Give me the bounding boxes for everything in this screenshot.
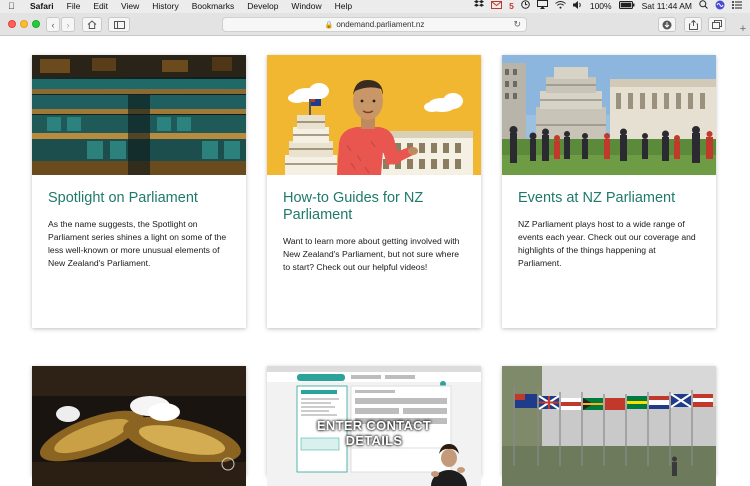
- menu-develop[interactable]: Develop: [247, 0, 278, 13]
- chevron-left-icon: ‹: [51, 19, 55, 30]
- status-area: 5 100% Sat 11:44 AM: [474, 0, 750, 14]
- menu-bookmarks[interactable]: Bookmarks: [192, 0, 235, 13]
- reload-icon[interactable]: ↻: [513, 19, 521, 30]
- card-description: NZ Parliament plays host to a wide range…: [518, 219, 696, 268]
- dropbox-icon[interactable]: [474, 0, 485, 13]
- tabs-overview-button[interactable]: [708, 17, 726, 32]
- share-button[interactable]: [684, 17, 702, 32]
- notification-center-icon[interactable]: [732, 0, 742, 13]
- new-tab-button[interactable]: +: [736, 22, 750, 36]
- address-bar[interactable]: 🔒 ondemand.parliament.nz ↻: [222, 17, 527, 32]
- menu-window[interactable]: Window: [291, 0, 321, 13]
- card-image-illustration: [267, 55, 481, 175]
- card-image-form-screenshot: ENTER CONTACT DETAILS: [267, 366, 481, 486]
- card-image-parliament-grounds: [502, 55, 716, 175]
- card-description: As the name suggests, the Spotlight on P…: [48, 219, 227, 268]
- chevron-right-icon: ›: [66, 19, 70, 30]
- video-caption-line1: ENTER CONTACT: [316, 418, 432, 433]
- tabs-icon: [712, 20, 722, 29]
- card-description: Want to learn more about getting involve…: [283, 236, 460, 272]
- card-image-mace-gloves: [32, 366, 246, 486]
- menu-edit[interactable]: Edit: [93, 0, 108, 13]
- home-icon: [87, 20, 97, 29]
- clock-icon[interactable]: [521, 0, 530, 13]
- card-title[interactable]: Spotlight on Parliament: [32, 175, 246, 207]
- menu-file[interactable]: File: [67, 0, 81, 13]
- menu-history[interactable]: History: [152, 0, 178, 13]
- sidebar-icon: [113, 20, 125, 29]
- zoom-window-button[interactable]: [32, 20, 40, 28]
- menu-help[interactable]: Help: [335, 0, 352, 13]
- airplay-icon[interactable]: [536, 0, 548, 13]
- battery-level[interactable]: 100%: [590, 0, 612, 13]
- download-icon: [662, 20, 672, 29]
- card-video-contact-details[interactable]: ENTER CONTACT DETAILS: [267, 366, 481, 486]
- lock-icon: 🔒: [324, 21, 334, 29]
- card-how-to-guides[interactable]: How-to Guides for NZ Parliament Want to …: [267, 55, 481, 328]
- mail-count: 5: [509, 1, 514, 11]
- page-content: Spotlight on Parliament As the name sugg…: [0, 37, 750, 486]
- apple-menu-icon[interactable]: : [8, 0, 18, 13]
- sidebar-button[interactable]: [108, 17, 130, 32]
- card-spotlight[interactable]: Spotlight on Parliament As the name sugg…: [32, 55, 246, 328]
- wifi-icon[interactable]: [555, 0, 566, 13]
- home-button[interactable]: [82, 17, 102, 32]
- menu-bar:  Safari File Edit View History Bookmark…: [0, 0, 750, 13]
- clock-text[interactable]: Sat 11:44 AM: [642, 0, 692, 13]
- card-image-flags: [502, 366, 716, 486]
- video-caption: ENTER CONTACT DETAILS: [267, 418, 481, 448]
- url-text: ondemand.parliament.nz: [336, 20, 425, 29]
- card-title[interactable]: How-to Guides for NZ Parliament: [267, 175, 481, 224]
- card-title[interactable]: Events at NZ Parliament: [502, 175, 716, 207]
- volume-icon[interactable]: [572, 0, 583, 13]
- downloads-button[interactable]: [658, 17, 676, 32]
- video-caption-line2: DETAILS: [345, 433, 403, 448]
- spotlight-search-icon[interactable]: [699, 0, 708, 13]
- menu-app-name[interactable]: Safari: [30, 0, 54, 13]
- card-mace[interactable]: [32, 366, 246, 486]
- card-flags[interactable]: [502, 366, 716, 486]
- back-button[interactable]: ‹: [46, 17, 60, 32]
- battery-icon[interactable]: [618, 0, 635, 13]
- card-image-debating-chamber: [32, 55, 246, 175]
- card-events[interactable]: Events at NZ Parliament NZ Parliament pl…: [502, 55, 716, 328]
- share-icon: [688, 19, 698, 30]
- menu-view[interactable]: View: [121, 0, 139, 13]
- browser-toolbar: ‹ › 🔒 ondemand.parliament.nz ↻ +: [0, 13, 750, 36]
- mail-icon[interactable]: [491, 0, 503, 13]
- siri-icon[interactable]: [715, 0, 725, 14]
- minimize-window-button[interactable]: [20, 20, 28, 28]
- forward-button[interactable]: ›: [61, 17, 75, 32]
- close-window-button[interactable]: [8, 20, 16, 28]
